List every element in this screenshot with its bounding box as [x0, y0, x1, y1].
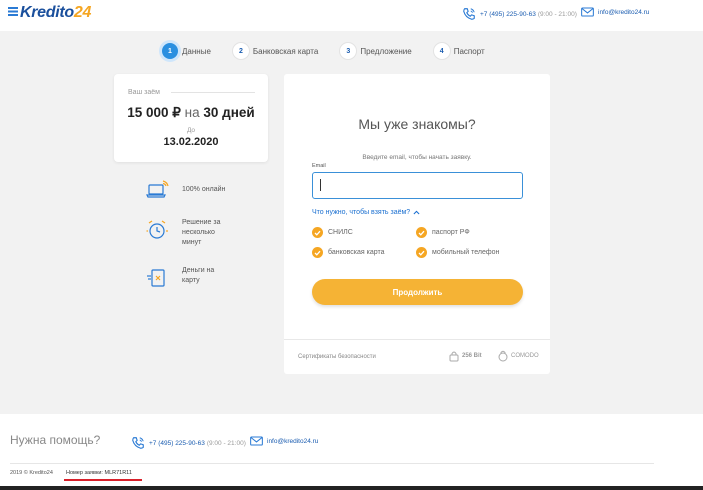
- requirement-text: мобильный телефон: [432, 249, 500, 256]
- loan-summary-card: Ваш заём 15 000 ₽ на 30 дней До 13.02.20…: [114, 74, 268, 162]
- continue-button[interactable]: Продолжить: [312, 279, 523, 305]
- loan-until-label: До: [186, 127, 196, 134]
- step-label: Предложение: [360, 46, 412, 56]
- header-phone[interactable]: +7 (495) 225-90-63 (9:00 - 21:00): [462, 7, 577, 21]
- requirement-item: мобильный телефон: [416, 247, 499, 258]
- footer-email[interactable]: info@kredito24.ru: [250, 436, 318, 446]
- step-number: 1: [162, 43, 178, 59]
- kredito24-logo[interactable]: Kredito24: [8, 4, 91, 22]
- loan-due-date: 13.02.2020: [163, 136, 219, 148]
- comodo-badge-text: COMODO: [511, 353, 539, 359]
- phone-icon: [463, 8, 475, 20]
- feature-card-payout: Деньги на карту: [146, 266, 232, 290]
- order-number-label: Номер заявки:: [66, 470, 103, 476]
- email-input[interactable]: [312, 172, 523, 199]
- chevron-up-icon: [413, 210, 420, 215]
- step-passport: 4 Паспорт: [433, 43, 485, 59]
- phone-icon: [132, 437, 144, 449]
- step-data: 1 Данные: [162, 43, 211, 59]
- step-offer: 3 Предложение: [340, 43, 412, 59]
- logo-number: 24: [73, 4, 92, 21]
- mail-icon: [250, 436, 263, 446]
- requirement-text: банковская карта: [328, 249, 385, 256]
- bottom-bar: [0, 486, 703, 490]
- requirement-text: СНИЛС: [328, 229, 353, 236]
- loan-label-divider: [171, 92, 255, 93]
- form-title: Мы уже знакомы?: [358, 116, 476, 132]
- site-header: Kredito24 +7 (495) 225-90-63 (9:00 - 21:…: [0, 0, 703, 31]
- header-email-address: info@kredito24.ru: [598, 8, 650, 16]
- requirement-item: паспорт РФ: [416, 227, 470, 238]
- loan-na: на: [184, 105, 200, 120]
- logo-text: Kredito: [20, 4, 74, 21]
- form-divider: [284, 339, 550, 340]
- money-transfer-icon: [147, 269, 165, 287]
- security-certificates-label: Сертификаты безопасности: [298, 354, 376, 360]
- loan-amount-term: 15 000 ₽ на 30 дней: [114, 105, 268, 121]
- step-label: Данные: [182, 46, 211, 56]
- loan-label: Ваш заём: [128, 89, 160, 96]
- requirement-item: банковская карта: [312, 247, 385, 258]
- ssl-badge: 256 Bit: [448, 350, 482, 362]
- login-form-card: Мы уже знакомы? Введите email, чтобы нач…: [284, 74, 550, 374]
- requirement-item: СНИЛС: [312, 227, 353, 238]
- footer-phone[interactable]: +7 (495) 225-90-63 (9:00 - 21:00): [131, 436, 246, 450]
- alarm-clock-icon: [146, 220, 168, 239]
- comodo-badge: COMODO: [497, 350, 539, 362]
- footer-phone-number: +7 (495) 225-90-63: [149, 439, 205, 447]
- feature-text: 100% онлайн: [182, 186, 226, 193]
- logo-lines-icon: [8, 7, 18, 16]
- header-email[interactable]: info@kredito24.ru: [581, 7, 649, 17]
- requirements-toggle-text: Что нужно, чтобы взять заём?: [312, 209, 411, 216]
- laptop-wifi-icon: [146, 180, 169, 198]
- check-icon: [312, 247, 323, 258]
- text-caret: [320, 179, 321, 191]
- loan-term: 30 дней: [203, 105, 255, 120]
- requirements-toggle-link[interactable]: Что нужно, чтобы взять заём?: [312, 209, 420, 216]
- feature-quick-decision: Решение за несколько минут: [146, 218, 232, 248]
- feature-text: Деньги на карту: [182, 267, 215, 284]
- footer-hours: (9:00 - 21:00): [206, 439, 246, 447]
- check-icon: [416, 247, 427, 258]
- footer-divider: [10, 463, 654, 464]
- email-label: Email: [312, 163, 326, 169]
- form-subtitle: Введите email, чтобы начать заявку.: [362, 154, 472, 161]
- feature-online: 100% онлайн: [146, 178, 232, 202]
- header-phone-number: +7 (495) 225-90-63: [480, 10, 536, 18]
- order-number: Номер заявки: MLR71R11: [66, 470, 132, 476]
- ssl-badge-text: 256 Bit: [462, 353, 482, 359]
- help-heading: Нужна помощь?: [10, 433, 101, 447]
- loan-amount: 15 000 ₽: [127, 105, 181, 120]
- check-icon: [416, 227, 427, 238]
- padlock-icon: [498, 350, 508, 362]
- step-number: 2: [232, 43, 249, 59]
- step-number: 3: [340, 43, 357, 59]
- footer-email-address: info@kredito24.ru: [267, 437, 319, 445]
- order-number-value: MLR71R11: [104, 470, 132, 476]
- header-hours: (9:00 - 21:00): [537, 10, 577, 18]
- check-icon: [312, 227, 323, 238]
- copyright-text: 2019 © Kredito24: [10, 470, 53, 476]
- order-number-highlight: [64, 479, 142, 481]
- lock-icon: [449, 351, 459, 362]
- step-label: Банковская карта: [252, 46, 319, 56]
- step-label: Паспорт: [453, 46, 485, 56]
- requirement-text: паспорт РФ: [432, 229, 470, 236]
- step-number: 4: [433, 43, 450, 59]
- site-footer: Нужна помощь? +7 (495) 225-90-63 (9:00 -…: [0, 414, 703, 490]
- mail-icon: [581, 7, 594, 17]
- step-bank-card: 2 Банковская карта: [232, 43, 319, 59]
- feature-text: Решение за несколько минут: [182, 219, 221, 246]
- progress-steps: 1 Данные 2 Банковская карта 3 Предложени…: [162, 43, 507, 59]
